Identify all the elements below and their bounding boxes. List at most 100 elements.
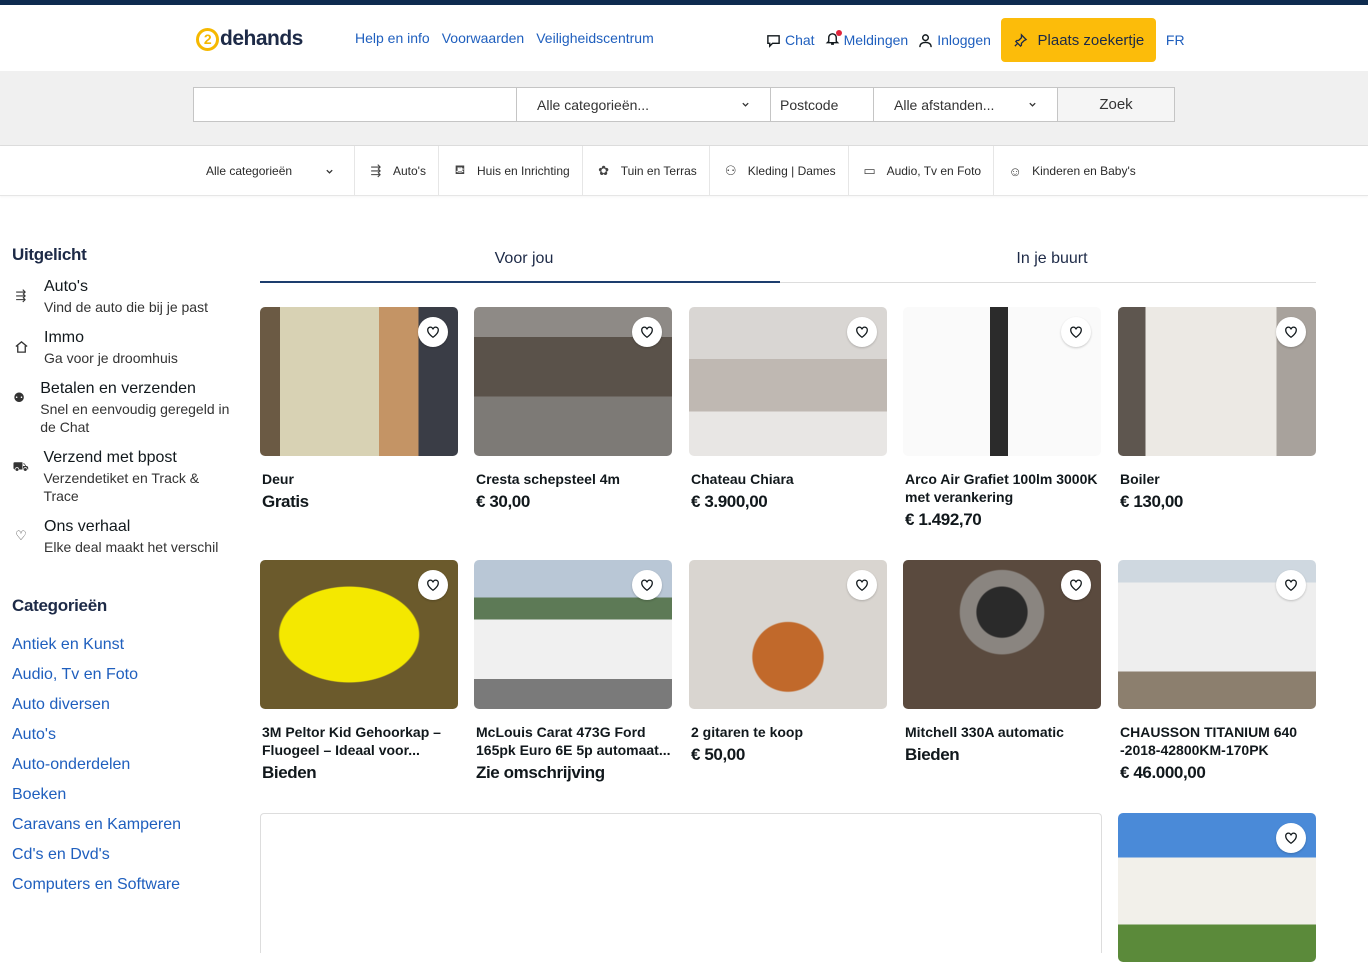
search-button[interactable]: Zoek <box>1058 88 1174 121</box>
tab-for-you[interactable]: Voor jou <box>260 236 788 283</box>
safety-link[interactable]: Veiligheidscentrum <box>536 30 654 46</box>
category-list: Antiek en Kunst Audio, Tv en Foto Auto d… <box>12 634 232 904</box>
listing-title: Cresta schepsteel 4m <box>476 471 620 487</box>
listing-card[interactable]: Chateau Chiara € 3.900,00 <box>689 307 887 512</box>
header-actions: Chat Meldingen Inloggen Plaats zoekertje… <box>766 18 1185 62</box>
catbar-item-audio[interactable]: ▭ Audio, Tv en Foto <box>849 146 995 196</box>
featured-title-text: Immo <box>44 329 84 346</box>
sofa-icon: ⛾ <box>454 162 466 177</box>
categories-title: Categorieën <box>12 596 107 615</box>
listing-price: Gratis <box>262 492 309 511</box>
chat-link[interactable]: Chat <box>766 32 815 48</box>
top-links: Help en info Voorwaarden Veiligheidscent… <box>355 30 654 46</box>
heart-icon[interactable] <box>1276 823 1306 853</box>
featured-item-story[interactable]: ♡ Ons verhaal Elke deal maakt het verschi… <box>12 518 232 556</box>
listing-title: Chateau Chiara <box>691 471 794 487</box>
catbar-item-garden[interactable]: ✿ Tuin en Terras <box>583 146 710 196</box>
notification-dot <box>835 30 842 36</box>
listing-card[interactable]: Arco Air Grafiet 100lm 3000K met veranke… <box>903 307 1101 530</box>
feed-tabs: Voor jou In je buurt <box>260 236 1316 283</box>
category-link[interactable]: Auto's <box>12 724 232 754</box>
listing-price: € 3.900,00 <box>691 492 768 511</box>
listing-card[interactable]: Boiler € 130,00 <box>1118 307 1316 512</box>
tv-icon: ▭ <box>863 163 876 178</box>
chevron-down-icon <box>742 102 749 107</box>
listing-title: Deur <box>262 471 294 487</box>
listing-title: CHAUSSON TITANIUM 640 -2018-42800KM-170P… <box>1120 724 1298 758</box>
listing-card[interactable]: Deur Gratis <box>260 307 458 512</box>
featured-sub-text: Ga voor je droomhuis <box>44 350 178 366</box>
listing-title: McLouis Carat 473G Ford 165pk Euro 6E 5p… <box>476 724 671 758</box>
featured-item-autos[interactable]: ⇶ Auto's Vind de auto die bij je past <box>12 278 232 316</box>
heart-icon[interactable] <box>847 317 877 347</box>
catbar-item-autos[interactable]: ⇶ Auto's <box>355 146 439 196</box>
chevron-down-icon <box>1029 102 1036 107</box>
all-categories-dropdown[interactable]: Alle categorieën <box>193 146 355 196</box>
listing-card[interactable]: 3M Peltor Kid Gehoorkap – Fluogeel – Ide… <box>260 560 458 783</box>
logo[interactable]: 2 dehands <box>196 27 303 51</box>
category-select[interactable]: Alle categorieën... <box>517 88 771 121</box>
postcode-input[interactable]: Postcode <box>771 88 874 121</box>
help-link[interactable]: Help en info <box>355 30 430 46</box>
car-fast-icon: ⇶ <box>370 163 382 178</box>
heart-icon[interactable] <box>1061 570 1091 600</box>
bell-icon <box>825 30 842 49</box>
heart-icon[interactable] <box>418 317 448 347</box>
listing-price: € 130,00 <box>1120 492 1183 511</box>
place-ad-label: Plaats zoekertje <box>1037 31 1145 49</box>
language-switch[interactable]: FR <box>1166 32 1185 48</box>
heart-icon[interactable] <box>632 570 662 600</box>
featured-item-bpost[interactable]: ⛟ Verzend met bpost Verzendetiket en Trac… <box>12 449 232 505</box>
heart-icon[interactable] <box>1276 570 1306 600</box>
heart-icon[interactable] <box>418 570 448 600</box>
place-ad-button[interactable]: Plaats zoekertje <box>1000 18 1156 62</box>
category-link[interactable]: Auto diversen <box>12 694 232 724</box>
listing-price: Bieden <box>905 745 960 764</box>
catbar-item-home[interactable]: ⛾ Huis en Inrichting <box>439 146 583 196</box>
heart-icon[interactable] <box>1061 317 1091 347</box>
category-link[interactable]: Antiek en Kunst <box>12 634 232 664</box>
category-link[interactable]: Cd's en Dvd's <box>12 844 232 874</box>
heart-icon[interactable] <box>847 570 877 600</box>
listing-price: Zie omschrijving <box>476 763 605 782</box>
listing-card[interactable]: McLouis Carat 473G Ford 165pk Euro 6E 5p… <box>474 560 672 783</box>
sidebar: Uitgelicht ⇶ Auto's Vind de auto die bij … <box>12 245 232 904</box>
chat-icon <box>767 34 780 48</box>
listing-title: Arco Air Grafiet 100lm 3000K met veranke… <box>905 471 1098 505</box>
heart-icon[interactable] <box>632 317 662 347</box>
category-link[interactable]: Auto-onderdelen <box>12 754 232 784</box>
listing-card[interactable]: 2 gitaren te koop € 50,00 <box>689 560 887 765</box>
chat-label: Chat <box>785 32 815 48</box>
listing-title: 2 gitaren te koop <box>691 724 804 740</box>
featured-title-text: Ons verhaal <box>44 518 131 535</box>
category-link[interactable]: Caravans en Kamperen <box>12 814 232 844</box>
catbar-item-kids[interactable]: ☺ Kinderen en Baby's <box>994 146 1148 196</box>
login-link[interactable]: Inloggen <box>918 32 991 48</box>
terms-link[interactable]: Voorwaarden <box>442 30 525 46</box>
featured-item-payment[interactable]: ⚉ Betalen en verzenden Snel en eenvoudig … <box>12 380 232 436</box>
distance-select[interactable]: Alle afstanden... <box>874 88 1058 121</box>
category-link[interactable]: Computers en Software <box>12 874 232 904</box>
search-input[interactable] <box>194 88 517 121</box>
header: 2 dehands Help en info Voorwaarden Veili… <box>0 5 1368 71</box>
listing-card[interactable]: Cresta schepsteel 4m € 30,00 <box>474 307 672 512</box>
listing-title: 3M Peltor Kid Gehoorkap – Fluogeel – Ide… <box>262 724 441 758</box>
search-form: Alle categorieën... Postcode Alle afstan… <box>193 87 1175 122</box>
logo-text: dehands <box>220 27 303 50</box>
featured-sub-text: Vind de auto die bij je past <box>44 299 208 315</box>
tab-nearby[interactable]: In je buurt <box>788 236 1316 282</box>
category-bar: Alle categorieën ⇶ Auto's ⛾ Huis en Inri… <box>0 146 1368 196</box>
category-link[interactable]: Boeken <box>12 784 232 814</box>
chevron-down-icon <box>326 169 333 174</box>
heart-icon[interactable] <box>1276 317 1306 347</box>
search-bar: Alle categorieën... Postcode Alle afstan… <box>0 71 1368 146</box>
notifications-link[interactable]: Meldingen <box>825 30 908 49</box>
catbar-item-clothing[interactable]: ⚇ Kleding | Dames <box>710 146 849 196</box>
category-link[interactable]: Audio, Tv en Foto <box>12 664 232 694</box>
catbar-item-label: Auto's <box>393 164 426 178</box>
listing-card[interactable] <box>1118 813 1316 962</box>
listing-card[interactable]: Mitchell 330A automatic Bieden <box>903 560 1101 765</box>
featured-title-text: Betalen en verzenden <box>40 380 196 397</box>
featured-item-immo[interactable]: Immo Ga voor je droomhuis <box>12 329 232 367</box>
listing-card[interactable]: CHAUSSON TITANIUM 640 -2018-42800KM-170P… <box>1118 560 1316 783</box>
